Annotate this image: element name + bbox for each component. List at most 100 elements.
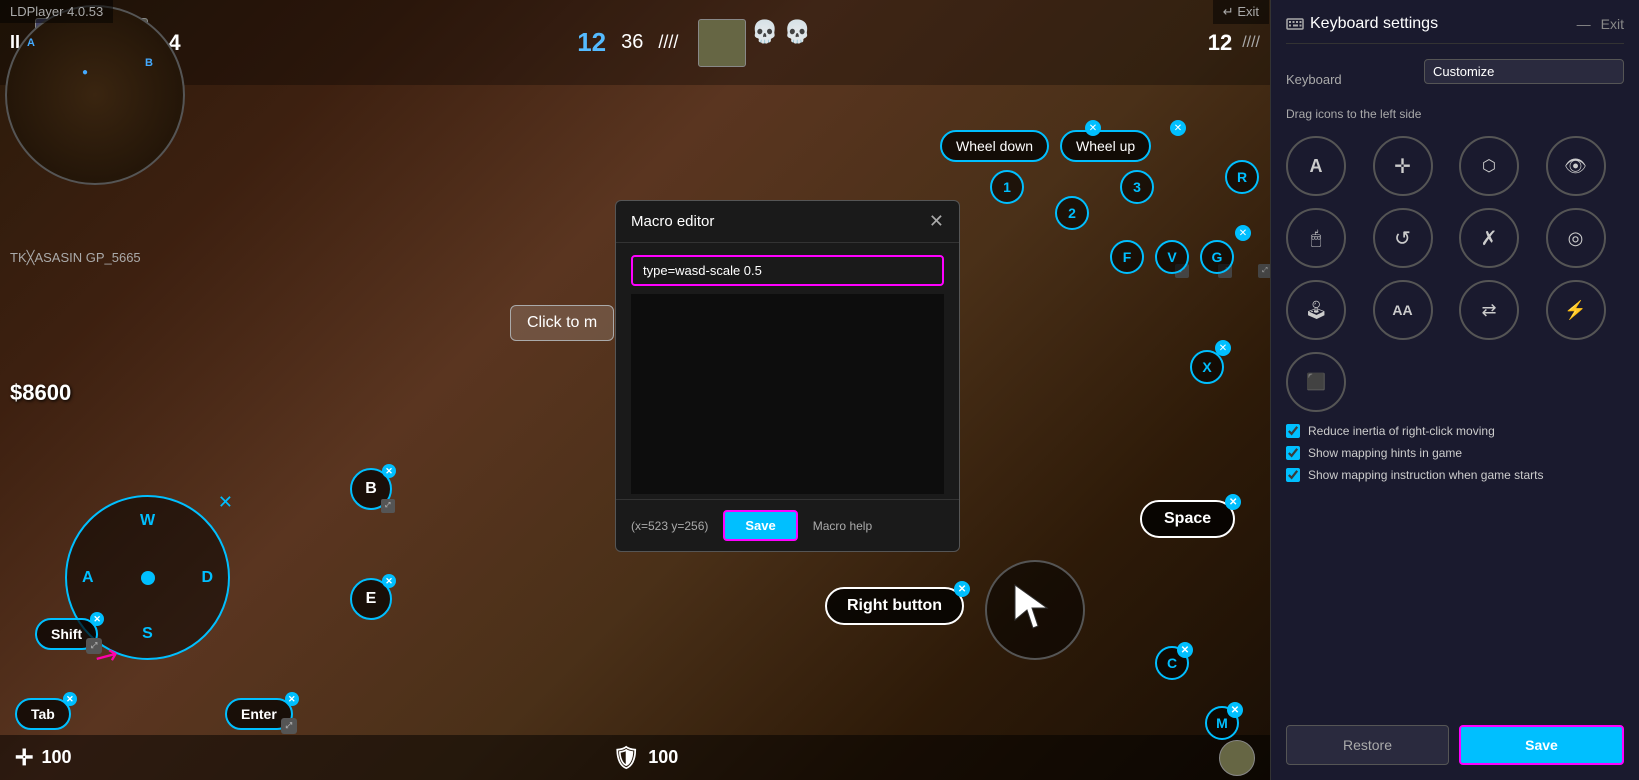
g-circle[interactable]: G — [1200, 240, 1234, 274]
x-close-icon[interactable]: ✕ — [1215, 340, 1231, 356]
wasd-close-icon[interactable]: ✕ — [218, 492, 233, 513]
macro-save-button[interactable]: Save — [723, 510, 797, 541]
panel-exit-button[interactable]: Exit — [1601, 16, 1624, 32]
wasd-a-button[interactable]: A — [82, 569, 94, 587]
skull-icon: 💀 — [751, 19, 778, 67]
b-expand-icon[interactable]: ⤢ — [381, 499, 395, 513]
e-label: E — [366, 590, 377, 608]
icon-grid-row3: 🕹 AA ⇄ ⚡ — [1286, 280, 1624, 340]
icon-refresh[interactable]: ↺ — [1373, 208, 1433, 268]
num3-circle[interactable]: 3 — [1120, 170, 1154, 204]
num1-circle[interactable]: 1 — [990, 170, 1024, 204]
icon-cross[interactable]: ✗ — [1459, 208, 1519, 268]
f-label: F — [1123, 249, 1132, 265]
c-close-icon[interactable]: ✕ — [1177, 642, 1193, 658]
tab-close-icon[interactable]: ✕ — [63, 692, 77, 706]
enter-expand-icon[interactable]: ⤢ — [281, 718, 297, 734]
panel-title-group: Keyboard settings — [1286, 15, 1438, 33]
wheel-down-text: Wheel down — [956, 138, 1033, 154]
r-circle[interactable]: R — [1225, 160, 1259, 194]
checkbox-row-2: Show mapping hints in game — [1286, 446, 1624, 460]
exit-icon: ↵ — [1223, 4, 1234, 19]
wheel-up-close-icon[interactable]: ✕ — [1085, 120, 1101, 136]
macro-close-button[interactable]: ✕ — [929, 211, 944, 232]
icon-joystick[interactable]: 🕹 — [1286, 280, 1346, 340]
exit-button[interactable]: ↵ Exit — [1213, 0, 1269, 24]
shield-icon: 🛡 — [612, 745, 640, 771]
r-expand-icon[interactable]: ⤢ — [1258, 264, 1270, 278]
icon-a[interactable]: A — [1286, 136, 1346, 196]
b-button[interactable]: ✕ B ⤢ — [350, 468, 392, 510]
num2-circle[interactable]: 2 — [1055, 196, 1089, 230]
f-circle[interactable]: F — [1110, 240, 1144, 274]
icon-bolt[interactable]: ⚡ — [1546, 280, 1606, 340]
checkbox-inertia[interactable] — [1286, 424, 1300, 438]
m-close-icon[interactable]: ✕ — [1227, 702, 1243, 718]
checkbox-instruction-label: Show mapping instruction when game start… — [1308, 468, 1543, 482]
click-to-label: Click to m — [527, 314, 597, 331]
health-cross-icon: ✛ — [15, 745, 33, 771]
icon-bullet[interactable]: ⬡ — [1459, 136, 1519, 196]
hud-scores: 12 36 //// — [577, 27, 678, 58]
keyboard-row: Keyboard Customize — [1286, 59, 1624, 99]
icon-aa[interactable]: AA — [1373, 280, 1433, 340]
health-value: 100 — [41, 747, 71, 768]
tab-button[interactable]: ✕ Tab — [15, 698, 71, 730]
g-close-icon[interactable]: ✕ — [1235, 225, 1251, 241]
icon-screen[interactable]: ⬛ — [1286, 352, 1346, 412]
wasd-center-dot — [141, 571, 155, 585]
b-close-icon[interactable]: ✕ — [382, 464, 396, 478]
c-circle[interactable]: ✕ C — [1155, 646, 1189, 680]
restore-button[interactable]: Restore — [1286, 725, 1449, 765]
space-button[interactable]: ✕ Space — [1140, 500, 1235, 538]
shift-close-icon[interactable]: ✕ — [90, 612, 104, 626]
right-button-label[interactable]: ✕ Right button — [825, 587, 964, 625]
macro-coords: (x=523 y=256) — [631, 519, 708, 533]
e-button[interactable]: ✕ E — [350, 578, 392, 620]
num3-label: 3 — [1133, 179, 1141, 195]
wasd-s-button[interactable]: S — [142, 625, 153, 643]
panel-title-text: Keyboard settings — [1310, 15, 1438, 33]
macro-editor-header: Macro editor ✕ — [616, 201, 959, 243]
m-label: M — [1216, 715, 1228, 731]
money-display: $8600 — [10, 380, 71, 406]
click-to-button[interactable]: Click to m — [510, 305, 614, 341]
wheel-close-icon[interactable]: ✕ — [1170, 120, 1186, 136]
hud-team1-score: 12 — [577, 27, 606, 58]
macro-command-input[interactable] — [631, 255, 944, 286]
player-name: TK╳ASASIN GP_5665 — [10, 250, 141, 266]
checkbox-hints-label: Show mapping hints in game — [1308, 446, 1462, 460]
right-click-area[interactable] — [985, 560, 1085, 660]
enter-close-icon[interactable]: ✕ — [285, 692, 299, 706]
icon-crosshair[interactable]: ✛ — [1373, 136, 1433, 196]
checkbox-inertia-label: Reduce inertia of right-click moving — [1308, 424, 1495, 438]
num2-label: 2 — [1068, 205, 1076, 221]
panel-minimize-button[interactable]: — — [1577, 16, 1591, 32]
macro-footer: (x=523 y=256) Save Macro help — [616, 499, 959, 551]
icon-switch[interactable]: ⇄ — [1459, 280, 1519, 340]
wasd-d-button[interactable]: D — [201, 569, 213, 587]
checkbox-instruction[interactable] — [1286, 468, 1300, 482]
v-label: V — [1167, 249, 1176, 265]
macro-help-link[interactable]: Macro help — [813, 519, 872, 533]
enter-button[interactable]: ✕ Enter ⤢ — [225, 698, 293, 730]
checkbox-hints[interactable] — [1286, 446, 1300, 460]
v-circle[interactable]: V — [1155, 240, 1189, 274]
icon-scroll[interactable]: 🖱 — [1286, 208, 1346, 268]
wasd-w-button[interactable]: W — [140, 512, 155, 530]
macro-script-textarea[interactable] — [631, 294, 944, 494]
m-circle[interactable]: ✕ M — [1205, 706, 1239, 740]
icon-eye[interactable]: 👁 — [1546, 136, 1606, 196]
shift-button[interactable]: ✕ Shift ⤢ — [35, 618, 98, 650]
keyboard-dropdown[interactable]: Customize — [1424, 59, 1624, 84]
hud-top-bar: II ? | 4 12 36 //// — [0, 0, 1270, 85]
restore-label: Restore — [1343, 737, 1392, 753]
minimap-label-b: B — [145, 57, 153, 69]
save-panel-button[interactable]: Save — [1459, 725, 1624, 765]
e-close-icon[interactable]: ✕ — [382, 574, 396, 588]
skull-icon-2: 💀 — [784, 19, 811, 67]
icon-target[interactable]: ◎ — [1546, 208, 1606, 268]
space-close-icon[interactable]: ✕ — [1225, 494, 1241, 510]
right-button-close-icon[interactable]: ✕ — [954, 581, 970, 597]
minimap-dot: ● — [82, 67, 88, 78]
